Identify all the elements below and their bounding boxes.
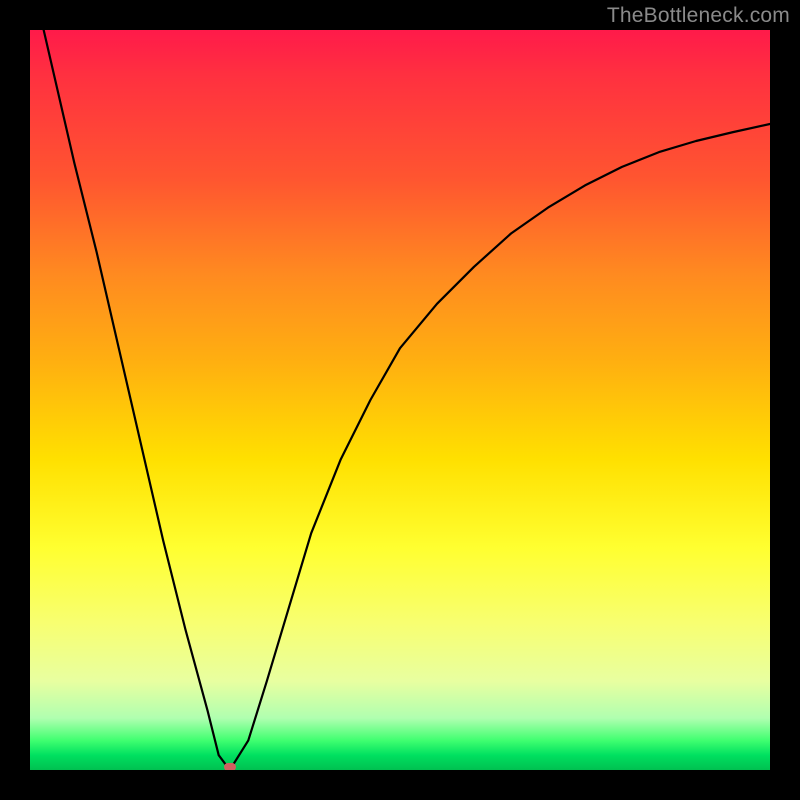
bottleneck-curve [30,30,770,770]
chart-frame: TheBottleneck.com [0,0,800,800]
attribution-label: TheBottleneck.com [607,4,790,28]
curve-layer [30,30,770,770]
optimum-marker [224,763,236,770]
plot-area [30,30,770,770]
